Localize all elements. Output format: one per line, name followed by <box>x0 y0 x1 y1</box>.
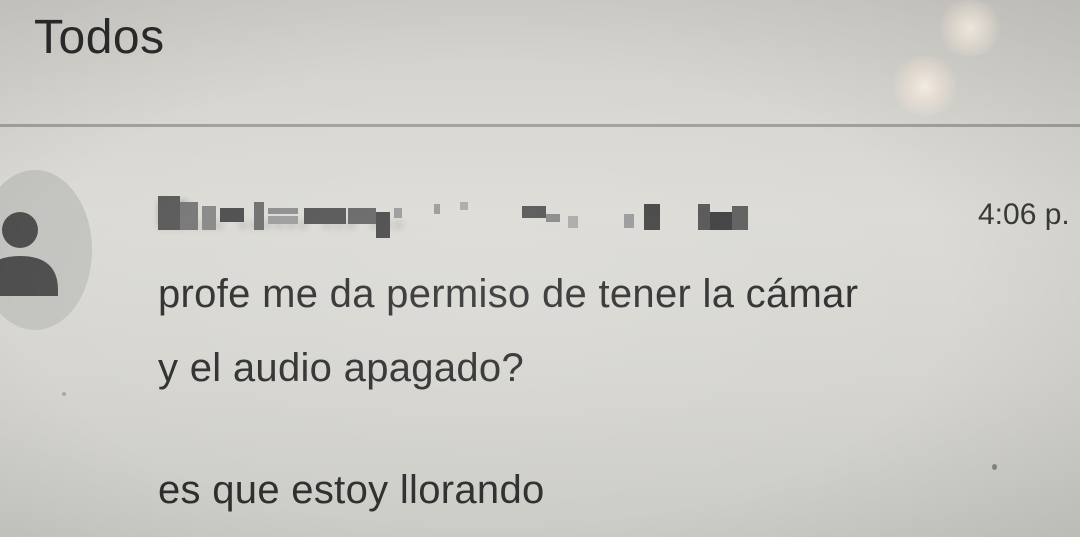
redaction-block <box>434 204 440 214</box>
header-divider <box>0 124 1080 127</box>
screen-speck <box>62 392 66 396</box>
person-icon <box>0 212 58 296</box>
redaction-block <box>158 196 180 230</box>
redaction-block <box>348 208 376 224</box>
photo-vignette <box>0 0 1080 537</box>
screen-speck <box>992 464 997 470</box>
sender-name: M... ...... ... ... <box>158 194 758 238</box>
redaction-block <box>202 206 216 230</box>
redaction-block <box>522 206 546 218</box>
redaction-block <box>394 208 402 218</box>
redaction-block <box>180 202 198 230</box>
redaction-block <box>268 216 298 224</box>
redaction-block <box>220 208 244 222</box>
screen-glare <box>888 56 962 116</box>
avatar[interactable] <box>0 170 92 330</box>
message-timestamp: 4:06 p. <box>978 198 1070 231</box>
redaction-block <box>254 202 264 230</box>
redaction-block <box>304 208 346 224</box>
message-text-line: y el audio apagado? <box>158 346 525 390</box>
redaction-block <box>698 204 710 230</box>
screen-glare <box>934 0 1006 56</box>
redaction-block <box>624 214 634 228</box>
page-title: Todos <box>34 11 165 64</box>
message-text-line: profe me da permiso de tener la cámar <box>158 272 859 316</box>
redaction-block <box>644 204 660 230</box>
message-text-line: es que estoy llorando <box>158 468 545 512</box>
redaction-block <box>568 216 578 228</box>
redaction-block <box>732 206 748 230</box>
redaction-block <box>546 214 560 222</box>
redaction-block <box>710 212 732 230</box>
redaction-block <box>376 212 390 238</box>
redaction-block <box>460 202 468 210</box>
redaction-block <box>268 208 298 214</box>
